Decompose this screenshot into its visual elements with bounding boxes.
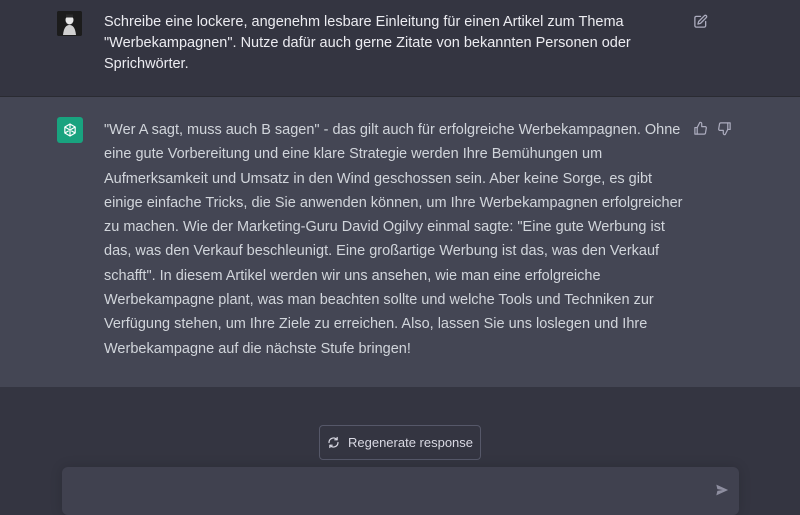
regenerate-response-button[interactable]: Regenerate response <box>319 425 481 460</box>
regenerate-label: Regenerate response <box>347 435 474 450</box>
avatar <box>57 11 82 36</box>
assistant-message-row: "Wer A sagt, muss auch B sagen" - das gi… <box>0 97 800 387</box>
user-message-row: Schreibe eine lockere, angenehm lesbare … <box>0 0 800 97</box>
user-avatar-image <box>57 11 82 36</box>
send-icon[interactable] <box>715 483 729 497</box>
edit-icon[interactable] <box>693 14 708 29</box>
user-message-text: Schreibe eine lockere, angenehm lesbare … <box>104 14 631 72</box>
thumbs-down-icon[interactable] <box>717 121 732 136</box>
assistant-message-text: "Wer A sagt, muss auch B sagen" - das gi… <box>104 122 683 357</box>
message-input[interactable] <box>62 467 739 515</box>
openai-logo-icon <box>57 117 83 143</box>
thumbs-up-icon[interactable] <box>693 121 708 136</box>
refresh-icon <box>328 436 339 449</box>
